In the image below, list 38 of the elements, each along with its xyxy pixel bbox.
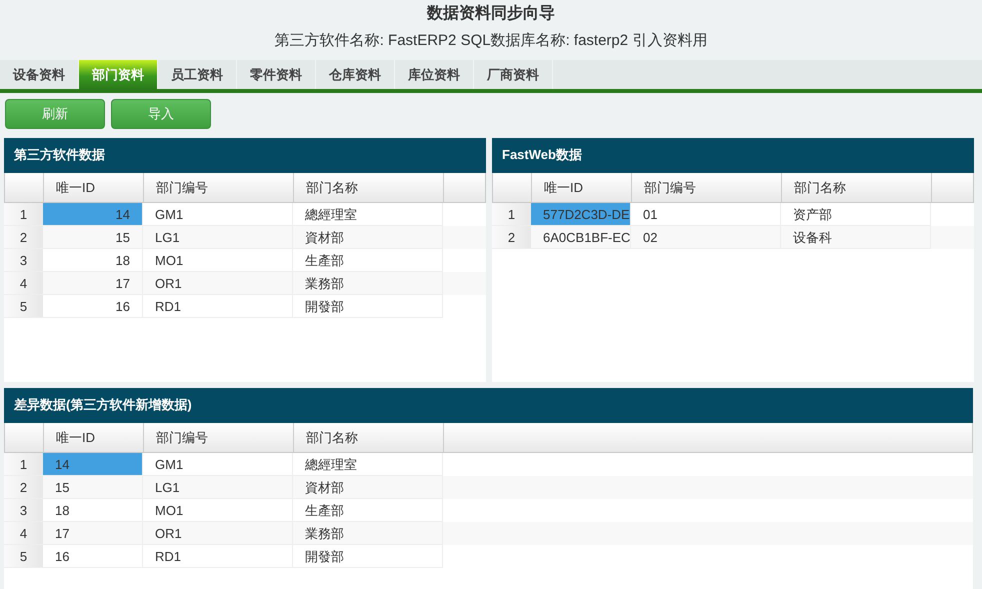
row-number: 1 xyxy=(4,453,43,476)
row-number: 4 xyxy=(4,272,43,295)
table-cell[interactable]: 開發部 xyxy=(293,295,443,318)
panel-title: 差异数据(第三方软件新增数据) xyxy=(4,388,973,423)
column-heading[interactable]: 部门编号 xyxy=(632,173,782,202)
column-heading[interactable]: 部门编号 xyxy=(144,423,294,452)
subtitle: 第三方软件名称: FastERP2 SQL数据库名称: fasterp2 引入资料用 xyxy=(274,31,708,51)
row-number: 5 xyxy=(4,295,43,318)
panel-title: FastWeb数据 xyxy=(492,138,974,173)
column-heading[interactable]: 唯一ID xyxy=(532,173,632,202)
row-number: 1 xyxy=(492,203,531,226)
row-number: 4 xyxy=(4,522,43,545)
table-cell[interactable]: RD1 xyxy=(143,545,293,568)
table-cell[interactable]: 14 xyxy=(43,453,143,476)
panel-title: 第三方软件数据 xyxy=(4,138,486,173)
table-cell[interactable]: 577D2C3D-DE xyxy=(531,203,631,226)
column-heading[interactable]: 部门编号 xyxy=(144,173,294,202)
column-heading[interactable]: 部门名称 xyxy=(294,173,444,202)
table-cell[interactable]: 16 xyxy=(43,545,143,568)
column-heading[interactable]: 唯一ID xyxy=(44,423,144,452)
row-number: 2 xyxy=(4,226,43,249)
row-number: 5 xyxy=(4,545,43,568)
table-cell[interactable]: 16 xyxy=(43,295,143,318)
column-heading[interactable]: 唯一ID xyxy=(44,173,144,202)
row-number: 1 xyxy=(4,203,43,226)
table-cell[interactable]: RD1 xyxy=(143,295,293,318)
column-heading[interactable]: 部门名称 xyxy=(294,423,444,452)
row-number: 2 xyxy=(4,476,43,499)
table-cell[interactable]: 14 xyxy=(43,203,143,226)
table-cell[interactable]: 02 xyxy=(631,226,781,249)
row-number: 3 xyxy=(4,249,43,272)
window-title: 数据资料同步向导 xyxy=(427,4,555,24)
table-cell[interactable]: 開發部 xyxy=(293,545,443,568)
table-cell[interactable]: 设备科 xyxy=(781,226,931,249)
table-cell[interactable]: 6A0CB1BF-EC xyxy=(531,226,631,249)
row-number: 2 xyxy=(492,226,531,249)
row-number: 3 xyxy=(4,499,43,522)
column-heading[interactable]: 部门名称 xyxy=(782,173,932,202)
